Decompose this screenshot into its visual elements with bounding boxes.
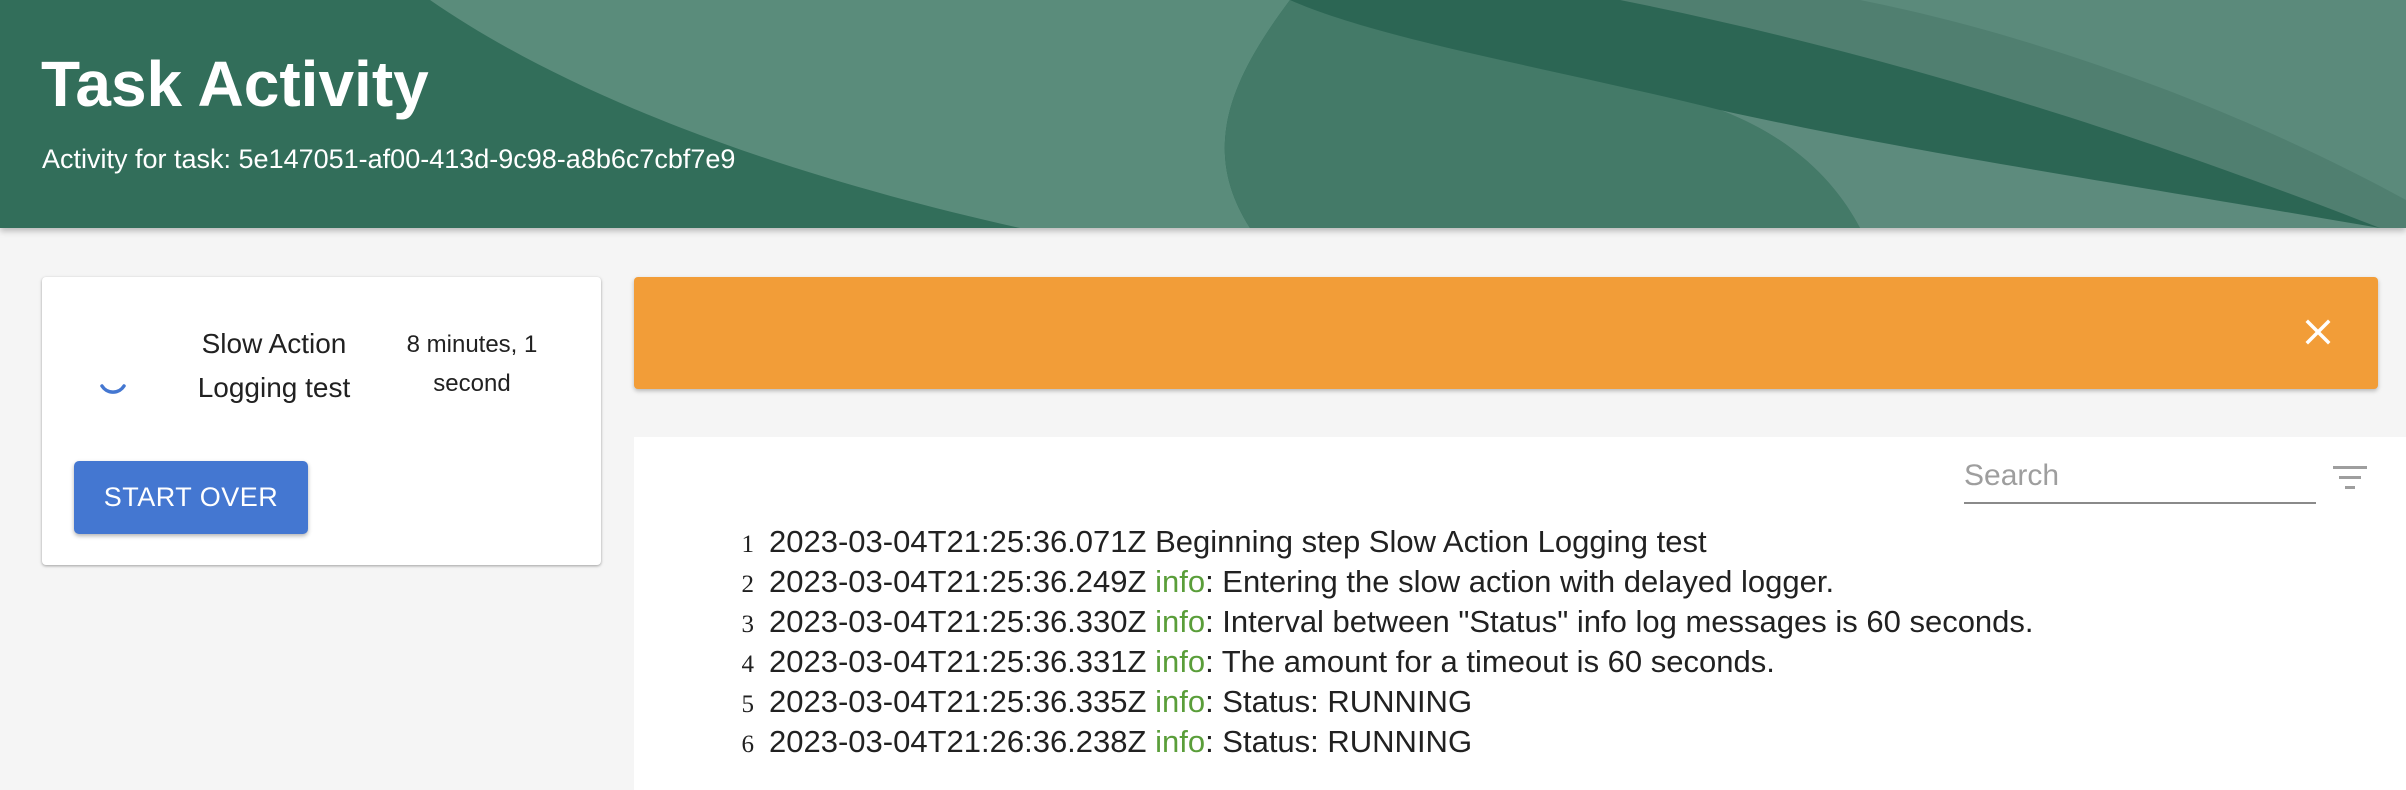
- line-number: 3: [741, 611, 755, 638]
- start-over-button[interactable]: START OVER: [74, 461, 308, 534]
- close-icon[interactable]: [2300, 314, 2336, 350]
- log-level: info: [1155, 604, 1206, 639]
- log-line: 1 2023-03-04T21:25:36.071Z Beginning step…: [720, 522, 2034, 562]
- log-message: : Status: RUNNING: [1205, 684, 1473, 719]
- line-number: 4: [741, 651, 755, 678]
- filter-icon[interactable]: [2332, 463, 2368, 493]
- log-level: info: [1155, 564, 1206, 599]
- log-timestamp: 2023-03-04T21:25:36.330Z: [769, 604, 1147, 639]
- log-line: 2 2023-03-04T21:25:36.249Z info: Entering…: [720, 562, 2034, 602]
- log-line: 5 2023-03-04T21:25:36.335Z info: Status: …: [720, 682, 2034, 722]
- line-number: 1: [741, 531, 755, 558]
- log-timestamp: 2023-03-04T21:25:36.071Z: [769, 524, 1147, 559]
- log-message: Beginning step Slow Action Logging test: [1155, 524, 1707, 559]
- log-message: : Status: RUNNING: [1205, 724, 1473, 759]
- log-level: info: [1155, 724, 1206, 759]
- spinner-icon: [100, 384, 126, 394]
- log-timestamp: 2023-03-04T21:26:36.238Z: [769, 724, 1147, 759]
- log-line: 3 2023-03-04T21:25:36.330Z info: Interval…: [720, 602, 2034, 642]
- log-level: info: [1155, 684, 1206, 719]
- task-name: Slow Action Logging test: [197, 328, 351, 403]
- log-message: : Entering the slow action with delayed …: [1205, 564, 1835, 599]
- task-duration: 8 minutes, 1 second: [406, 331, 538, 397]
- line-number: 2: [741, 571, 755, 598]
- line-number: 6: [741, 731, 755, 758]
- log-timestamp: 2023-03-04T21:25:36.335Z: [769, 684, 1147, 719]
- log-level: info: [1155, 644, 1206, 679]
- log-timestamp: 2023-03-04T21:25:36.249Z: [769, 564, 1147, 599]
- line-number: 5: [741, 691, 755, 718]
- page-subtitle: Activity for task: 5e147051-af00-413d-9c…: [42, 144, 736, 174]
- log-message: : Interval between "Status" info log mes…: [1205, 604, 2034, 639]
- log-line: 4 2023-03-04T21:25:36.331Z info: The amou…: [720, 642, 2034, 682]
- log-message: : The amount for a timeout is 60 seconds…: [1205, 644, 1775, 679]
- log-timestamp: 2023-03-04T21:25:36.331Z: [769, 644, 1147, 679]
- log-output: 1 2023-03-04T21:25:36.071Z Beginning step…: [720, 522, 2034, 762]
- log-line: 6 2023-03-04T21:26:36.238Z info: Status: …: [720, 722, 2034, 762]
- alert-banner: [634, 277, 2378, 389]
- search-input[interactable]: [1964, 450, 2316, 504]
- page-header: Task Activity Activity for task: 5e14705…: [0, 0, 2406, 228]
- page-title: Task Activity: [41, 48, 429, 120]
